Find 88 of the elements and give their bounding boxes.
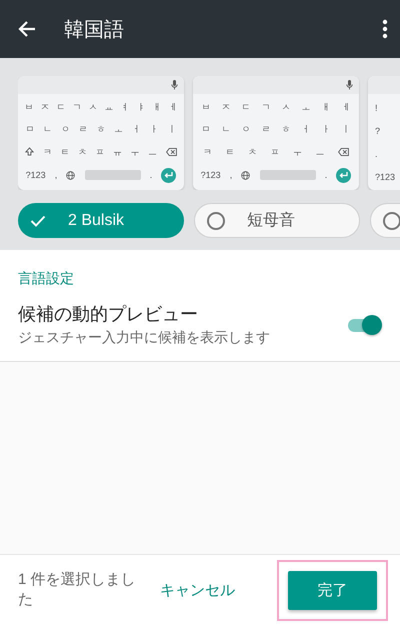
key-label: ㅔ: [342, 101, 350, 114]
key-label: .: [375, 148, 378, 160]
key-label: ㅂ: [202, 101, 210, 114]
key-label: .: [324, 169, 328, 182]
key-label: ,: [54, 169, 58, 182]
key-label: ㄷ: [242, 101, 250, 114]
key-label: ㅐ: [152, 101, 162, 114]
key-label: ㅁ: [25, 123, 34, 136]
setting-title: 候補の動的プレビュー: [18, 303, 199, 326]
more-options-icon[interactable]: [382, 19, 388, 39]
key-label: ㅏ: [322, 123, 330, 136]
key-label: ㅊ: [248, 146, 257, 158]
key-label: ㅓ: [132, 123, 141, 136]
backspace-icon: [166, 148, 177, 156]
setting-subtitle: ジェスチャー入力中に候補を表示します: [18, 329, 271, 347]
toggle-switch[interactable]: [346, 314, 382, 336]
key-label: ?: [375, 124, 380, 136]
key-label: ㅍ: [95, 146, 104, 158]
enter-icon: [161, 168, 176, 183]
globe-icon: [66, 170, 76, 180]
key-label: ㅔ: [168, 101, 178, 114]
key-label: ㅗ: [302, 101, 310, 114]
keyboard-preview[interactable]: ! ? . ?123: [368, 76, 400, 190]
key-label: ㅁ: [202, 123, 210, 136]
key-label: ㅅ: [88, 101, 98, 114]
key-label: ㅈ: [222, 101, 230, 114]
enter-icon: [336, 168, 352, 183]
layout-chip[interactable]: [370, 203, 400, 238]
keyboard-preview[interactable]: ㅂ ㅈ ㄷ ㄱ ㅅ ㅗ ㅐ ㅔ ㅁ ㄴ ㅇ ㄹ ㅎ ㅓ ㅏ ㅣ ㅋ ㅌ ㅊ ㅍ ㅜ ㅡ ?123 , .: [193, 76, 359, 190]
key-label: ㅣ: [168, 123, 176, 136]
layout-chip[interactable]: 2 Bulsik: [18, 203, 184, 238]
key-label: ?123: [200, 169, 221, 182]
check-icon: [30, 214, 46, 226]
key-label: ㅇ: [60, 123, 70, 136]
mic-icon: [171, 80, 178, 90]
key-label: ㅣ: [342, 123, 350, 136]
key-label: ㅠ: [113, 146, 122, 158]
shift-icon: [25, 147, 34, 156]
key-label: ㅛ: [104, 101, 114, 114]
key-label: ㄴ: [43, 123, 52, 136]
globe-icon: [241, 170, 250, 180]
done-button[interactable]: 完了: [288, 570, 377, 610]
key-label: ㅑ: [136, 101, 146, 114]
key-label: ㅗ: [114, 123, 124, 136]
radio-icon: [383, 212, 400, 230]
key-label: ㅍ: [270, 146, 280, 158]
key-label: ㅜ: [130, 146, 140, 158]
key-label: ?123: [26, 169, 46, 182]
key-label: ㅏ: [150, 123, 159, 136]
key-label: ㅐ: [322, 101, 330, 114]
key-label: ㅎ: [282, 123, 290, 136]
key-label: ㅎ: [96, 123, 106, 136]
key-label: ㅊ: [78, 146, 87, 158]
back-arrow-icon[interactable]: [18, 20, 36, 38]
backspace-icon: [338, 148, 350, 156]
key-label: ㅈ: [40, 101, 50, 114]
space-key: [84, 170, 141, 180]
key-label: ㄹ: [78, 123, 88, 136]
screen-title: 韓国語: [64, 18, 125, 42]
key-label: ㅓ: [302, 123, 310, 136]
key-label: ㅌ: [60, 146, 70, 158]
key-label: ㄹ: [262, 123, 270, 136]
key-label: ㅌ: [225, 146, 234, 158]
key-label: ㅡ: [148, 146, 158, 158]
key-label: ㅂ: [24, 101, 34, 114]
space-key: [260, 170, 316, 180]
key-label: ㅇ: [242, 123, 250, 136]
key-label: ㅡ: [316, 146, 325, 158]
key-label: ㅅ: [282, 101, 290, 114]
cancel-button[interactable]: キャンセル: [156, 572, 239, 608]
key-label: ?123: [375, 170, 396, 182]
key-label: ㄱ: [72, 101, 82, 114]
key-label: .: [150, 169, 152, 182]
keyboard-preview[interactable]: ㅂ ㅈ ㄷ ㄱ ㅅ ㅛ ㅕ ㅑ ㅐ ㅔ ㅁ ㄴ ㅇ ㄹ ㅎ ㅗ ㅓ ㅏ ㅣ ㅋ ㅌ ㅊ ㅍ ㅠ ㅜ ㅡ ?123 , .: [18, 76, 184, 190]
key-label: ㄱ: [262, 101, 270, 114]
section-header: 言語設定: [17, 270, 75, 288]
key-label: ,: [230, 169, 232, 182]
radio-icon: [207, 212, 225, 230]
key-label: !: [375, 102, 378, 114]
layout-chip[interactable]: 短母音: [194, 203, 360, 238]
key-label: ㅋ: [202, 146, 212, 158]
key-label: ㅋ: [42, 146, 52, 158]
key-label: ㄴ: [222, 123, 230, 136]
mic-icon: [346, 80, 353, 90]
key-label: ㅜ: [293, 146, 302, 158]
key-label: ㄷ: [56, 101, 66, 114]
key-label: ㅕ: [120, 101, 130, 114]
selection-status: 1 件を選択しました: [18, 570, 137, 610]
